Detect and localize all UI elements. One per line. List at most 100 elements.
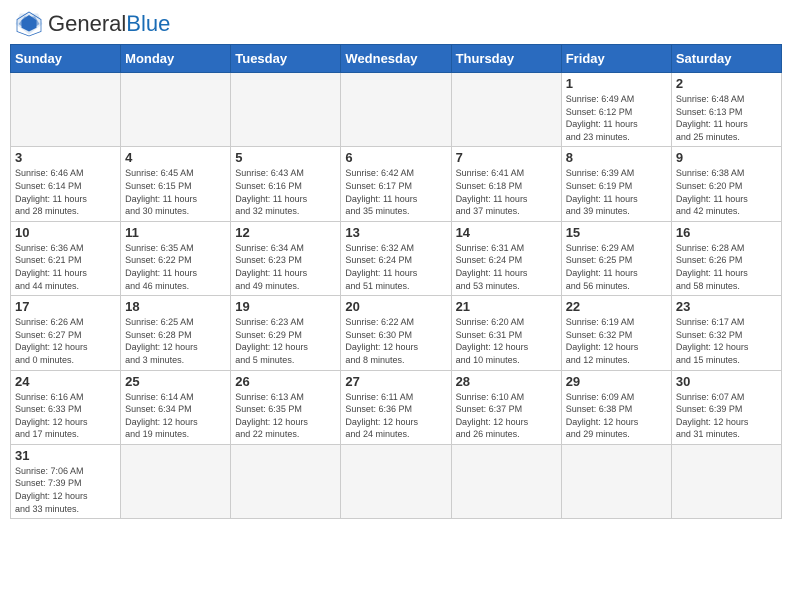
day-info: Sunrise: 6:16 AM Sunset: 6:33 PM Dayligh… — [15, 391, 116, 441]
day-number: 6 — [345, 150, 446, 165]
calendar-day: 24 Sunrise: 6:16 AM Sunset: 6:33 PM Dayli… — [11, 370, 121, 444]
calendar-day: 26 Sunrise: 6:13 AM Sunset: 6:35 PM Dayli… — [231, 370, 341, 444]
day-info: Sunrise: 6:23 AM Sunset: 6:29 PM Dayligh… — [235, 316, 336, 366]
day-info: Sunrise: 6:10 AM Sunset: 6:37 PM Dayligh… — [456, 391, 557, 441]
calendar-week-2: 3 Sunrise: 6:46 AM Sunset: 6:14 PM Daylig… — [11, 147, 782, 221]
day-of-week-thursday: Thursday — [451, 45, 561, 73]
day-info: Sunrise: 6:48 AM Sunset: 6:13 PM Dayligh… — [676, 93, 777, 143]
day-of-week-monday: Monday — [121, 45, 231, 73]
calendar-day: 9Sunrise: 6:38 AM Sunset: 6:20 PM Daylig… — [671, 147, 781, 221]
calendar-week-3: 10 Sunrise: 6:36 AM Sunset: 6:21 PM Dayli… — [11, 221, 782, 295]
calendar-day: 15 Sunrise: 6:29 AM Sunset: 6:25 PM Dayli… — [561, 221, 671, 295]
calendar-day — [671, 444, 781, 518]
logo-icon — [14, 10, 44, 38]
day-info: Sunrise: 6:41 AM Sunset: 6:18 PM Dayligh… — [456, 167, 557, 217]
day-info: Sunrise: 6:45 AM Sunset: 6:15 PM Dayligh… — [125, 167, 226, 217]
calendar-day: 16 Sunrise: 6:28 AM Sunset: 6:26 PM Dayli… — [671, 221, 781, 295]
day-number: 26 — [235, 374, 336, 389]
calendar-day: 29Sunrise: 6:09 AM Sunset: 6:38 PM Dayli… — [561, 370, 671, 444]
day-number: 27 — [345, 374, 446, 389]
calendar-header-row: SundayMondayTuesdayWednesdayThursdayFrid… — [11, 45, 782, 73]
page-header: GeneralBlue — [10, 10, 782, 38]
logo: GeneralBlue — [14, 10, 170, 38]
day-number: 16 — [676, 225, 777, 240]
calendar-day: 1Sunrise: 6:49 AM Sunset: 6:12 PM Daylig… — [561, 73, 671, 147]
day-number: 24 — [15, 374, 116, 389]
day-info: Sunrise: 6:31 AM Sunset: 6:24 PM Dayligh… — [456, 242, 557, 292]
day-info: Sunrise: 6:28 AM Sunset: 6:26 PM Dayligh… — [676, 242, 777, 292]
day-info: Sunrise: 6:36 AM Sunset: 6:21 PM Dayligh… — [15, 242, 116, 292]
day-info: Sunrise: 6:11 AM Sunset: 6:36 PM Dayligh… — [345, 391, 446, 441]
day-number: 28 — [456, 374, 557, 389]
day-of-week-saturday: Saturday — [671, 45, 781, 73]
day-info: Sunrise: 6:22 AM Sunset: 6:30 PM Dayligh… — [345, 316, 446, 366]
day-number: 3 — [15, 150, 116, 165]
day-info: Sunrise: 6:39 AM Sunset: 6:19 PM Dayligh… — [566, 167, 667, 217]
calendar-day: 7 Sunrise: 6:41 AM Sunset: 6:18 PM Daylig… — [451, 147, 561, 221]
day-number: 22 — [566, 299, 667, 314]
day-info: Sunrise: 6:20 AM Sunset: 6:31 PM Dayligh… — [456, 316, 557, 366]
day-number: 23 — [676, 299, 777, 314]
day-number: 10 — [15, 225, 116, 240]
calendar-day — [231, 73, 341, 147]
day-number: 18 — [125, 299, 226, 314]
day-number: 13 — [345, 225, 446, 240]
calendar-day: 19 Sunrise: 6:23 AM Sunset: 6:29 PM Dayli… — [231, 296, 341, 370]
day-number: 7 — [456, 150, 557, 165]
calendar-day — [121, 444, 231, 518]
calendar-day — [231, 444, 341, 518]
day-number: 19 — [235, 299, 336, 314]
day-info: Sunrise: 6:13 AM Sunset: 6:35 PM Dayligh… — [235, 391, 336, 441]
calendar-week-4: 17 Sunrise: 6:26 AM Sunset: 6:27 PM Dayli… — [11, 296, 782, 370]
day-number: 9 — [676, 150, 777, 165]
calendar-day: 23 Sunrise: 6:17 AM Sunset: 6:32 PM Dayli… — [671, 296, 781, 370]
logo-text: GeneralBlue — [48, 13, 170, 36]
day-info: Sunrise: 6:46 AM Sunset: 6:14 PM Dayligh… — [15, 167, 116, 217]
day-info: Sunrise: 6:34 AM Sunset: 6:23 PM Dayligh… — [235, 242, 336, 292]
day-info: Sunrise: 6:19 AM Sunset: 6:32 PM Dayligh… — [566, 316, 667, 366]
day-of-week-friday: Friday — [561, 45, 671, 73]
calendar-day — [341, 444, 451, 518]
day-number: 14 — [456, 225, 557, 240]
day-info: Sunrise: 6:26 AM Sunset: 6:27 PM Dayligh… — [15, 316, 116, 366]
calendar-day — [11, 73, 121, 147]
day-info: Sunrise: 6:43 AM Sunset: 6:16 PM Dayligh… — [235, 167, 336, 217]
calendar-day: 5Sunrise: 6:43 AM Sunset: 6:16 PM Daylig… — [231, 147, 341, 221]
calendar-week-5: 24 Sunrise: 6:16 AM Sunset: 6:33 PM Dayli… — [11, 370, 782, 444]
calendar-day: 10 Sunrise: 6:36 AM Sunset: 6:21 PM Dayli… — [11, 221, 121, 295]
calendar-day — [121, 73, 231, 147]
day-info: Sunrise: 6:14 AM Sunset: 6:34 PM Dayligh… — [125, 391, 226, 441]
day-number: 30 — [676, 374, 777, 389]
day-info: Sunrise: 6:49 AM Sunset: 6:12 PM Dayligh… — [566, 93, 667, 143]
calendar-day: 28 Sunrise: 6:10 AM Sunset: 6:37 PM Dayli… — [451, 370, 561, 444]
day-number: 17 — [15, 299, 116, 314]
calendar-day: 4 Sunrise: 6:45 AM Sunset: 6:15 PM Daylig… — [121, 147, 231, 221]
calendar-week-1: 1Sunrise: 6:49 AM Sunset: 6:12 PM Daylig… — [11, 73, 782, 147]
calendar-day: 30 Sunrise: 6:07 AM Sunset: 6:39 PM Dayli… — [671, 370, 781, 444]
day-info: Sunrise: 6:29 AM Sunset: 6:25 PM Dayligh… — [566, 242, 667, 292]
calendar-day: 27 Sunrise: 6:11 AM Sunset: 6:36 PM Dayli… — [341, 370, 451, 444]
day-number: 21 — [456, 299, 557, 314]
calendar-day: 2Sunrise: 6:48 AM Sunset: 6:13 PM Daylig… — [671, 73, 781, 147]
calendar-day: 31Sunrise: 7:06 AM Sunset: 7:39 PM Dayli… — [11, 444, 121, 518]
calendar-week-6: 31Sunrise: 7:06 AM Sunset: 7:39 PM Dayli… — [11, 444, 782, 518]
day-info: Sunrise: 6:32 AM Sunset: 6:24 PM Dayligh… — [345, 242, 446, 292]
calendar-day: 18Sunrise: 6:25 AM Sunset: 6:28 PM Dayli… — [121, 296, 231, 370]
calendar-day: 11Sunrise: 6:35 AM Sunset: 6:22 PM Dayli… — [121, 221, 231, 295]
day-info: Sunrise: 7:06 AM Sunset: 7:39 PM Dayligh… — [15, 465, 116, 515]
day-number: 11 — [125, 225, 226, 240]
day-number: 15 — [566, 225, 667, 240]
day-of-week-wednesday: Wednesday — [341, 45, 451, 73]
day-number: 4 — [125, 150, 226, 165]
calendar-day: 13 Sunrise: 6:32 AM Sunset: 6:24 PM Dayli… — [341, 221, 451, 295]
day-number: 25 — [125, 374, 226, 389]
calendar-day — [451, 444, 561, 518]
day-info: Sunrise: 6:07 AM Sunset: 6:39 PM Dayligh… — [676, 391, 777, 441]
day-info: Sunrise: 6:42 AM Sunset: 6:17 PM Dayligh… — [345, 167, 446, 217]
calendar-day: 20Sunrise: 6:22 AM Sunset: 6:30 PM Dayli… — [341, 296, 451, 370]
calendar-day: 21 Sunrise: 6:20 AM Sunset: 6:31 PM Dayli… — [451, 296, 561, 370]
calendar-day: 17 Sunrise: 6:26 AM Sunset: 6:27 PM Dayli… — [11, 296, 121, 370]
day-number: 8 — [566, 150, 667, 165]
day-info: Sunrise: 6:17 AM Sunset: 6:32 PM Dayligh… — [676, 316, 777, 366]
calendar-day: 14 Sunrise: 6:31 AM Sunset: 6:24 PM Dayli… — [451, 221, 561, 295]
